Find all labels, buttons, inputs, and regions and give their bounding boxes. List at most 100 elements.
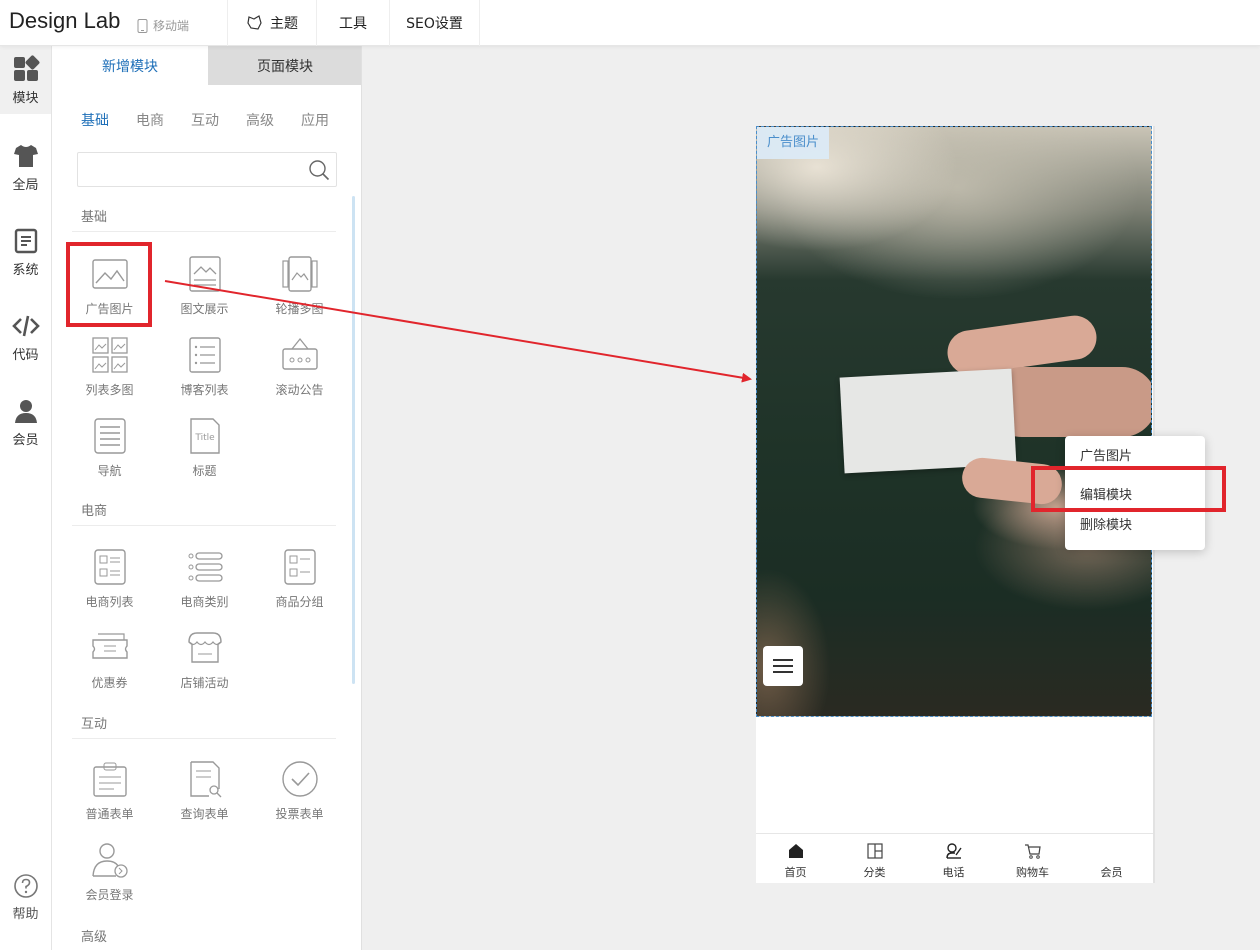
module-blog-list[interactable]: 博客列表 <box>157 331 252 409</box>
code-icon <box>11 315 40 336</box>
tabbar-label: 分类 <box>863 866 886 879</box>
section-title-ecommerce: 电商 <box>81 504 108 519</box>
menu-button[interactable] <box>763 646 803 686</box>
device-label: 移动端 <box>153 19 190 33</box>
module-product-group[interactable]: 商品分组 <box>252 543 347 621</box>
rail-item-modules[interactable]: 模块 <box>0 46 51 114</box>
module-query-form[interactable]: 查询表单 <box>157 755 252 833</box>
module-panel: 新增模块 页面模块 基础 电商 互动 高级 应用 基础 广告图片 图文展示 轮播… <box>52 46 362 950</box>
rail-item-code[interactable]: 代码 <box>0 303 51 371</box>
tabbar-cart[interactable]: 购物车 <box>993 834 1072 884</box>
subtab-ecommerce[interactable]: 电商 <box>136 110 164 130</box>
module-image-text[interactable]: 图文展示 <box>157 250 252 328</box>
panel-scrollbar[interactable] <box>352 196 355 684</box>
top-header: Design Lab 移动端 主题 工具 SEO设置 <box>0 0 1260 46</box>
context-menu-title: 广告图片 <box>1080 449 1133 464</box>
help-button[interactable]: 帮助 <box>0 873 51 922</box>
highlight-ad-image-module <box>66 242 152 327</box>
module-label: 商品分组 <box>275 595 324 609</box>
module-scroll-notice[interactable]: 滚动公告 <box>252 331 347 409</box>
tabbar-member[interactable]: 会员 <box>1072 834 1151 884</box>
module-label: 滚动公告 <box>275 383 324 397</box>
help-label: 帮助 <box>12 907 39 922</box>
module-store-activity[interactable]: 店铺活动 <box>157 624 252 702</box>
section-title-basic: 基础 <box>81 210 108 225</box>
nav-seo[interactable]: SEO设置 <box>389 0 480 46</box>
category-icon <box>188 552 223 582</box>
module-title[interactable]: Title 标题 <box>157 412 252 490</box>
module-navigation[interactable]: 导航 <box>62 412 157 490</box>
coupon-icon <box>91 633 128 659</box>
subtab-interactive[interactable]: 互动 <box>191 110 219 130</box>
tabbar-phone[interactable]: 电话 <box>914 834 993 884</box>
module-label: 优惠券 <box>91 676 128 690</box>
ad-image-module[interactable]: 广告图片 <box>756 126 1152 717</box>
rail-item-member[interactable]: 会员 <box>0 388 51 456</box>
subtab-apps[interactable]: 应用 <box>301 110 329 130</box>
tshirt-icon <box>13 144 38 167</box>
tabbar-home[interactable]: 首页 <box>756 834 835 884</box>
title-icon: Title <box>189 418 220 454</box>
notice-board-icon <box>281 337 318 370</box>
module-list-images[interactable]: 列表多图 <box>62 331 157 409</box>
cart-icon <box>1024 844 1041 859</box>
module-tag: 广告图片 <box>757 127 830 159</box>
contact-edit-icon <box>945 843 962 859</box>
search-input[interactable] <box>78 153 303 186</box>
subtab-advanced[interactable]: 高级 <box>246 110 274 130</box>
device-switch[interactable]: 移动端 <box>137 17 189 34</box>
user-icon <box>14 399 37 423</box>
list-images-icon <box>91 337 128 373</box>
product-group-icon <box>283 549 316 585</box>
tabbar-label: 电话 <box>942 866 965 879</box>
help-icon <box>13 874 38 898</box>
category-tabs: 基础 电商 互动 高级 应用 <box>81 110 329 130</box>
product-list-icon <box>93 549 126 585</box>
module-vote-form[interactable]: 投票表单 <box>252 755 347 833</box>
divider <box>72 231 336 232</box>
form-icon <box>92 762 127 797</box>
module-carousel[interactable]: 轮播多图 <box>252 250 347 328</box>
module-label: 查询表单 <box>180 807 229 821</box>
delete-module-menu-item[interactable]: 删除模块 <box>1080 514 1132 533</box>
grid-shapes-icon <box>13 55 39 81</box>
module-label: 投票表单 <box>275 807 324 821</box>
tab-page-module[interactable]: 页面模块 <box>208 46 361 85</box>
rail-item-global[interactable]: 全局 <box>0 133 51 201</box>
rail-item-system[interactable]: 系统 <box>0 218 51 286</box>
module-label: 普通表单 <box>85 807 134 821</box>
search-icon[interactable] <box>308 159 330 181</box>
module-search <box>77 152 337 187</box>
module-member-login[interactable]: 会员登录 <box>62 836 157 914</box>
section-title-advanced: 高级 <box>81 930 108 945</box>
module-label: 电商列表 <box>85 595 134 609</box>
nav-tools[interactable]: 工具 <box>316 0 389 46</box>
tab-add-module[interactable]: 新增模块 <box>52 46 208 85</box>
module-ecommerce-category[interactable]: 电商类别 <box>157 543 252 621</box>
highlight-edit-module <box>1031 466 1226 512</box>
rail-label: 会员 <box>12 432 39 448</box>
module-coupon[interactable]: 优惠券 <box>62 624 157 702</box>
rail-label: 全局 <box>12 177 39 193</box>
member-login-icon <box>91 843 128 878</box>
tabbar-label: 会员 <box>1100 866 1123 879</box>
navigation-icon <box>93 418 126 454</box>
module-label: 电商类别 <box>180 595 229 609</box>
image-text-icon <box>188 256 221 292</box>
svg-text:Title: Title <box>194 433 215 443</box>
section-title-interactive: 互动 <box>81 717 108 732</box>
panel-tabs: 新增模块 页面模块 <box>52 46 361 85</box>
subtab-basic[interactable]: 基础 <box>81 110 109 130</box>
hamburger-icon <box>773 659 793 673</box>
rail-label: 模块 <box>12 90 39 106</box>
logo: Design Lab <box>9 8 121 33</box>
module-label: 博客列表 <box>180 383 229 397</box>
module-label: 图文展示 <box>180 302 229 316</box>
nav-theme-label: 主题 <box>270 16 298 32</box>
module-normal-form[interactable]: 普通表单 <box>62 755 157 833</box>
store-icon <box>187 632 222 663</box>
nav-theme[interactable]: 主题 <box>227 0 316 46</box>
module-ecommerce-list[interactable]: 电商列表 <box>62 543 157 621</box>
query-form-icon <box>189 761 221 798</box>
tabbar-category[interactable]: 分类 <box>835 834 914 884</box>
